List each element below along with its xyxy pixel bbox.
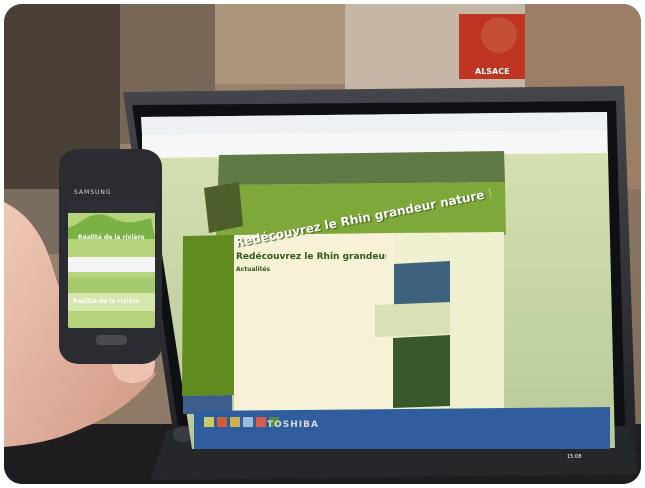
poster-text: ALSACE: [475, 67, 510, 76]
website-section-title: Redécouvrez le Rhin grandeur nature: [236, 252, 386, 262]
phone-link-bottom: Réalité de la rivière: [73, 298, 140, 305]
phone-link-top: Réalité de la rivière: [78, 234, 145, 241]
website-section-subtitle: Actualités: [236, 266, 271, 273]
website-logo: [204, 182, 243, 233]
laptop-brand: TOSHIBA: [267, 420, 319, 430]
taskbar-clock: 15:08: [567, 454, 582, 460]
phone-brand: SAMSUNG: [74, 189, 112, 196]
windows-taskbar: [194, 407, 610, 449]
website-sidebar: [182, 235, 234, 396]
photo-frame: Redécouvrez le Rhin grandeur nature ! Re…: [4, 4, 641, 484]
